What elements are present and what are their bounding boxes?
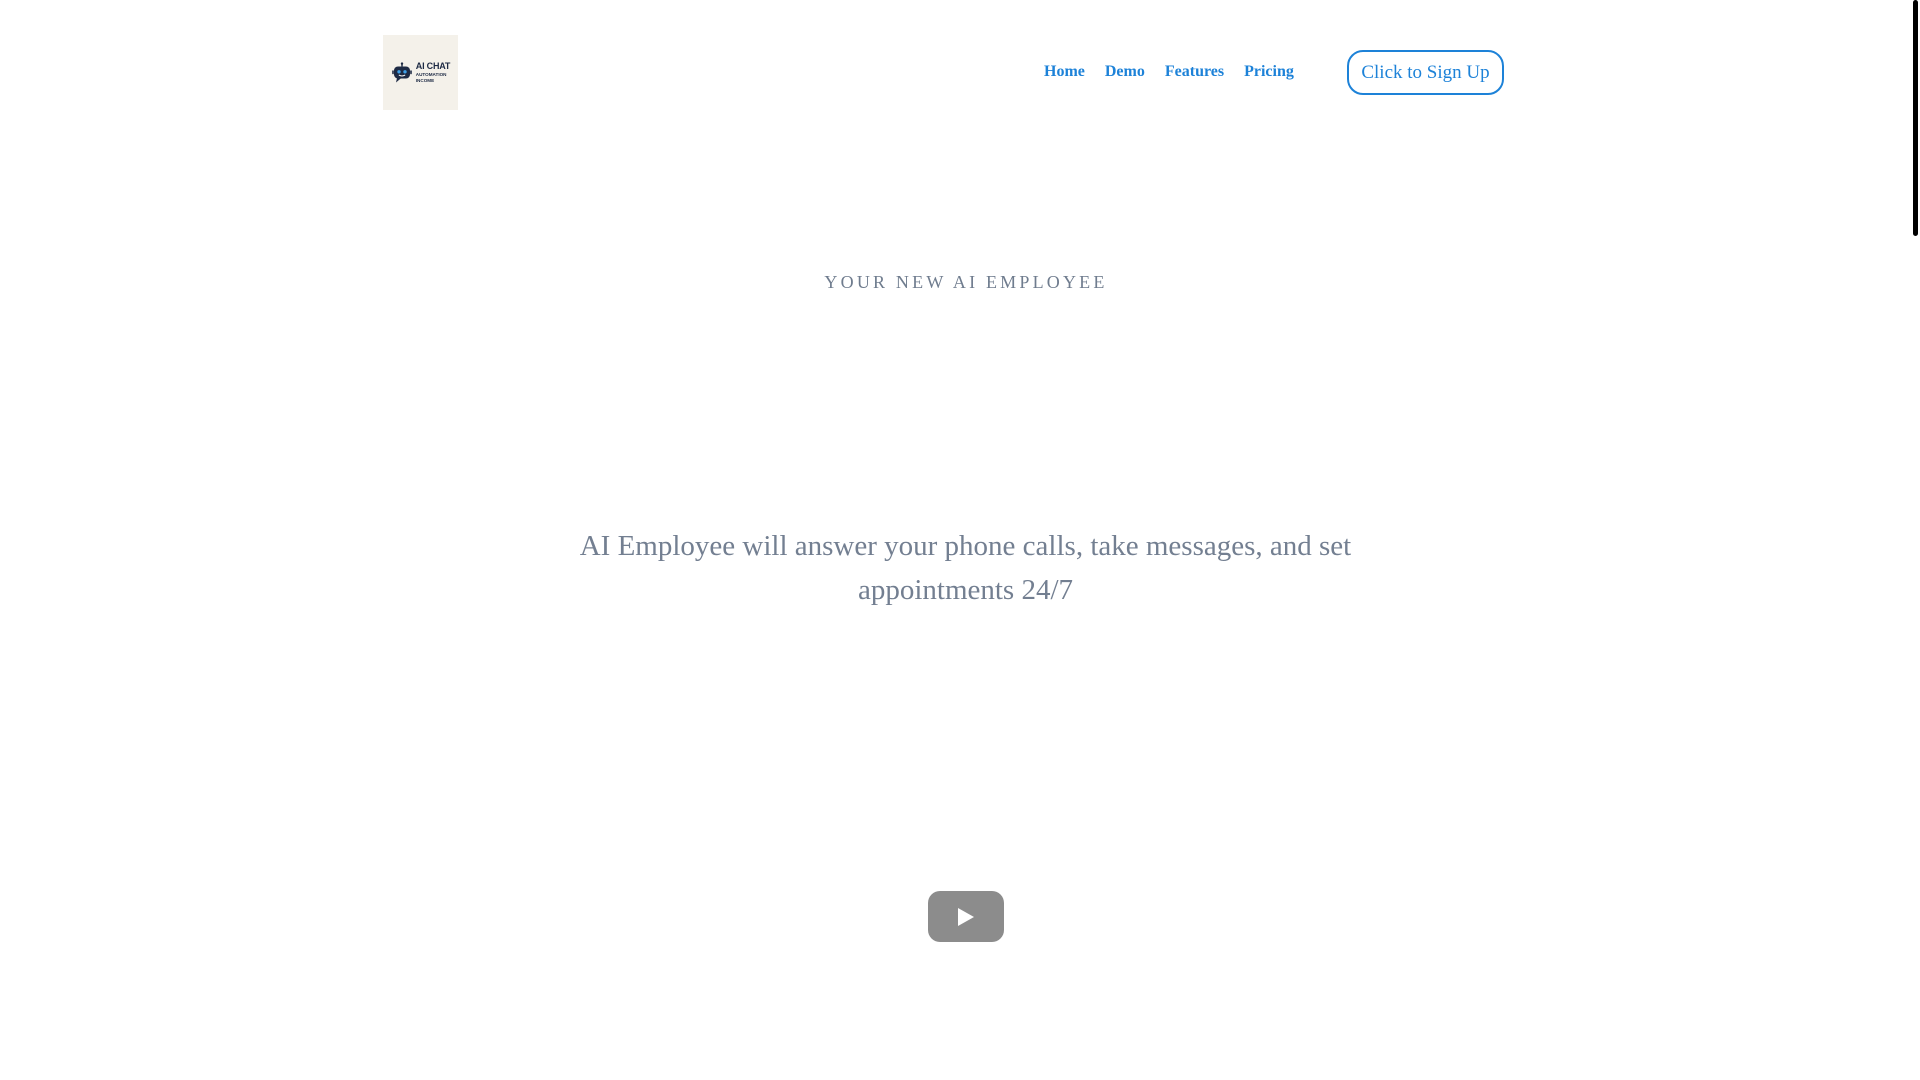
robot-chat-icon	[391, 61, 412, 82]
hero-eyebrow: YOUR NEW AI EMPLOYEE	[824, 272, 1108, 292]
logo-text-line1: AI CHAT	[415, 60, 451, 71]
play-icon	[958, 907, 974, 926]
logo-wordmark: AI CHAT AUTOMATION INCOME	[415, 60, 451, 83]
nav-link-pricing[interactable]: Pricing	[1244, 63, 1294, 81]
hero-headline: AI Employee will answer your phone calls…	[579, 530, 1352, 606]
landing-page: AI CHAT AUTOMATION INCOME Home Demo Feat…	[0, 0, 1920, 1080]
main-nav: Home Demo Features Pricing	[1044, 60, 1294, 84]
logo-text-line3: INCOME	[415, 77, 435, 83]
nav-link-features[interactable]: Features	[1165, 63, 1224, 81]
scrollbar-thumb[interactable]	[1913, 0, 1918, 236]
video-play-button[interactable]	[928, 891, 1004, 942]
page-scrollbar[interactable]	[1911, 0, 1920, 1080]
logo-text-line2: AUTOMATION	[415, 71, 447, 77]
signup-button[interactable]: Click to Sign Up	[1347, 50, 1504, 95]
nav-link-home[interactable]: Home	[1044, 63, 1085, 81]
site-logo[interactable]: AI CHAT AUTOMATION INCOME	[383, 35, 458, 110]
nav-link-demo[interactable]: Demo	[1105, 63, 1145, 81]
